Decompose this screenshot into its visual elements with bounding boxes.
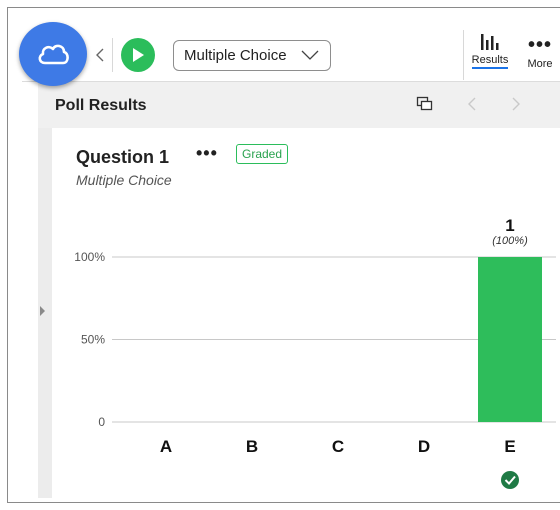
bar-e [478,257,542,422]
category-label: A [160,437,172,456]
cloud-button[interactable] [19,22,87,86]
y-tick-label: 0 [98,415,105,429]
correct-check-icon [501,471,519,489]
bar-percent-label: (100%) [492,235,528,247]
category-label: D [418,437,430,456]
category-label: E [504,437,515,456]
bar-value-label: 1 [505,216,514,235]
y-tick-label: 100% [74,250,105,264]
results-chart: 0 50% 100% A B C D 1(100%) E [74,216,556,489]
y-tick-label: 50% [81,333,105,347]
category-label: B [246,437,258,456]
category-label: C [332,437,344,456]
cloud-icon [38,44,69,65]
